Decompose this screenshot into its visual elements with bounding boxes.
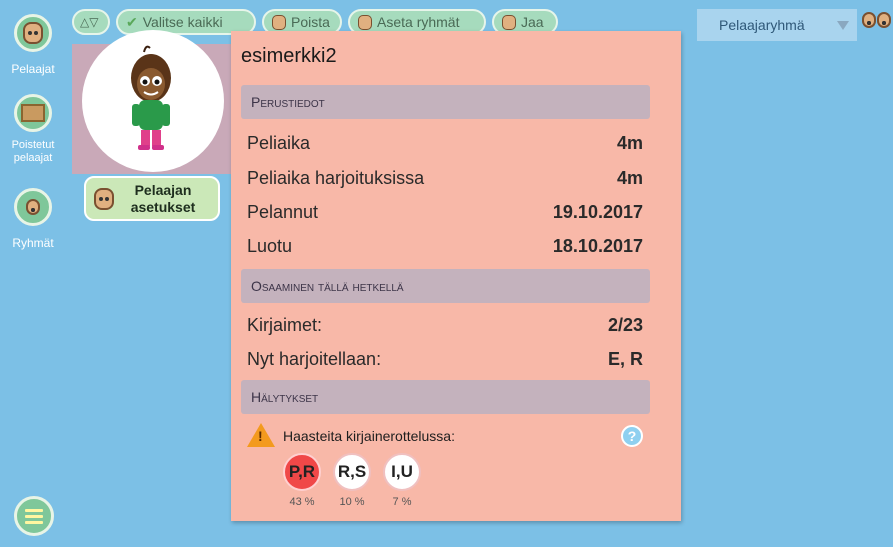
info-label: Pelannut [247, 202, 319, 222]
list-icon-line [25, 514, 43, 518]
share-label: Jaa [521, 14, 544, 30]
group-icon [877, 12, 891, 28]
section-alerts: Hälytykset [241, 380, 650, 414]
player-group-dropdown[interactable]: Pelaajaryhmä [697, 9, 857, 41]
info-label: Peliaika harjoituksissa [247, 168, 425, 188]
player-face-icon [272, 14, 286, 30]
group-icon [358, 14, 372, 30]
skill-value: E, R [607, 349, 643, 369]
player-avatar [82, 30, 224, 172]
list-menu-button[interactable] [14, 496, 54, 536]
section-current-skills-label: Osaaminen tällä hetkellä [251, 278, 404, 294]
share-icon [502, 14, 516, 30]
groups-view-button[interactable] [862, 12, 892, 36]
player-details-panel: esimerkki2 Perustiedot Peliaika 4m Pelia… [231, 31, 681, 521]
player-face-icon [23, 22, 43, 44]
letter-pair-percent: 7 % [392, 496, 412, 508]
players-label: Pelaajat [11, 62, 55, 76]
info-value: 18.10.2017 [552, 236, 643, 256]
help-icon[interactable]: ? [621, 425, 643, 447]
box-icon [21, 104, 45, 122]
checkmark-icon: ✔ [126, 13, 138, 30]
players-button[interactable] [14, 14, 52, 52]
info-row: Peliaika 4m [247, 133, 643, 154]
info-value: 19.10.2017 [552, 202, 643, 222]
letter-pair-label: I,U [391, 462, 413, 481]
select-all-label: Valitse kaikki [142, 14, 223, 30]
section-current-skills: Osaaminen tällä hetkellä [241, 269, 650, 303]
section-basic-info: Perustiedot [241, 85, 650, 119]
removed-players-label: Poistetut pelaajat [11, 139, 55, 164]
skill-value: 2/23 [607, 315, 643, 335]
info-row: Luotu 18.10.2017 [247, 236, 643, 257]
list-icon-line [25, 520, 43, 524]
groups-button[interactable] [14, 188, 52, 226]
info-label: Peliaika [247, 133, 311, 153]
info-label: Luotu [247, 236, 293, 256]
skill-label: Kirjaimet: [247, 315, 323, 335]
info-row: Pelannut 19.10.2017 [247, 202, 643, 223]
player-name: esimerkki2 [241, 45, 337, 67]
removed-players-button[interactable] [14, 94, 52, 132]
player-group-value: Pelaajaryhmä [719, 17, 805, 33]
warning-exclamation: ! [258, 428, 263, 444]
letter-pair-label: R,S [337, 462, 367, 481]
skill-label: Nyt harjoitellaan: [247, 349, 382, 369]
info-value: 4m [616, 168, 643, 188]
letter-pair-chip: R,S [333, 453, 371, 491]
letter-pair-percent: 43 % [289, 496, 315, 508]
sort-toggle-button[interactable]: △▽ [72, 9, 110, 35]
player-settings-button[interactable]: Pelaajan asetukset [84, 176, 220, 221]
set-groups-label: Aseta ryhmät [377, 14, 460, 30]
sidebar: Pelaajat Poistetut pelaajat Ryhmät [0, 0, 66, 547]
player-settings-label: Pelaajan asetukset [130, 181, 196, 215]
info-row: Peliaika harjoituksissa 4m [247, 168, 643, 189]
chevron-down-icon [837, 21, 849, 30]
letter-pair-label: P,R [288, 462, 316, 481]
alert-text: Haasteita kirjainerottelussa: [283, 428, 455, 444]
letter-pair-percent: 10 % [339, 496, 365, 508]
group-icon [862, 12, 876, 28]
sort-arrows-icon: △▽ [80, 15, 99, 29]
section-alerts-label: Hälytykset [251, 389, 319, 405]
character-avatar-icon [131, 45, 171, 150]
info-value: 4m [616, 133, 643, 153]
groups-label: Ryhmät [12, 236, 54, 250]
letter-pair-chip: I,U [383, 453, 421, 491]
letter-pair-chip: P,R [283, 453, 321, 491]
skill-row: Nyt harjoitellaan: E, R [247, 349, 643, 370]
section-basic-info-label: Perustiedot [251, 94, 325, 110]
skill-row: Kirjaimet: 2/23 [247, 315, 643, 336]
list-icon [25, 508, 43, 512]
delete-label: Poista [291, 14, 330, 30]
group-icon [26, 199, 40, 215]
player-settings-icon [94, 187, 114, 210]
